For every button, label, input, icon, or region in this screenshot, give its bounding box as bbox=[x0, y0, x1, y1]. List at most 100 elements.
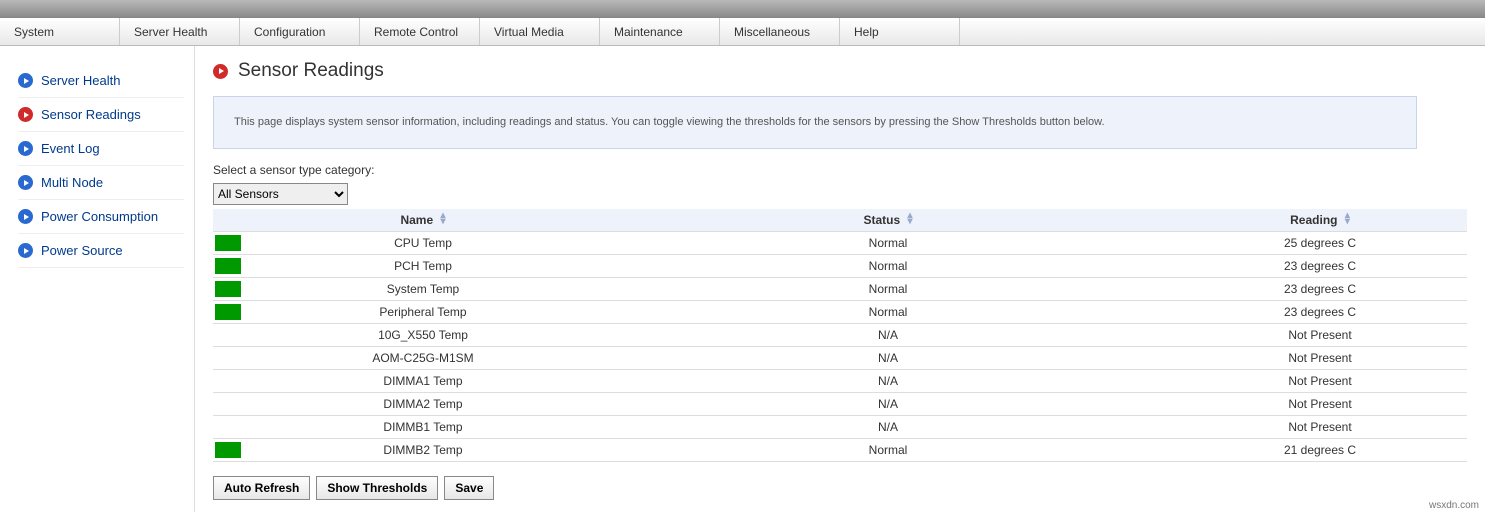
sensor-name: DIMMB1 Temp bbox=[243, 416, 603, 439]
status-swatch-cell bbox=[213, 232, 243, 255]
table-row[interactable]: System TempNormal23 degrees C bbox=[213, 278, 1467, 301]
sensor-name: System Temp bbox=[243, 278, 603, 301]
table-row[interactable]: AOM-C25G-M1SMN/ANot Present bbox=[213, 347, 1467, 370]
sensor-reading: 23 degrees C bbox=[1173, 301, 1467, 324]
table-row[interactable]: DIMMA2 TempN/ANot Present bbox=[213, 393, 1467, 416]
col-reading-header[interactable]: Reading ▴▾ bbox=[1173, 209, 1467, 232]
page-title: Sensor Readings bbox=[238, 60, 384, 82]
arrow-right-icon bbox=[18, 243, 33, 258]
status-swatch-cell bbox=[213, 347, 243, 370]
sensor-category-label: Select a sensor type category: bbox=[213, 163, 1467, 177]
menu-miscellaneous[interactable]: Miscellaneous bbox=[720, 18, 840, 45]
sensor-table-body: CPU TempNormal25 degrees CPCH TempNormal… bbox=[213, 232, 1467, 462]
sensor-name: AOM-C25G-M1SM bbox=[243, 347, 603, 370]
sort-icon: ▴▾ bbox=[908, 213, 913, 225]
sidebar-item-sensor-readings[interactable]: Sensor Readings bbox=[18, 98, 184, 132]
menu-remote-control[interactable]: Remote Control bbox=[360, 18, 480, 45]
sensor-reading: Not Present bbox=[1173, 370, 1467, 393]
arrow-right-icon bbox=[213, 64, 228, 79]
status-swatch-cell bbox=[213, 255, 243, 278]
info-box: This page displays system sensor informa… bbox=[213, 96, 1417, 149]
sensor-name: PCH Temp bbox=[243, 255, 603, 278]
status-swatch bbox=[215, 304, 241, 320]
sidebar-item-label: Power Source bbox=[41, 243, 123, 258]
sensor-status: Normal bbox=[603, 439, 1173, 462]
table-row[interactable]: 10G_X550 TempN/ANot Present bbox=[213, 324, 1467, 347]
sensor-status: N/A bbox=[603, 393, 1173, 416]
sort-icon: ▴▾ bbox=[441, 213, 446, 225]
sidebar-item-server-health[interactable]: Server Health bbox=[18, 64, 184, 98]
sidebar-item-multi-node[interactable]: Multi Node bbox=[18, 166, 184, 200]
sensor-status: N/A bbox=[603, 324, 1173, 347]
arrow-right-icon bbox=[18, 209, 33, 224]
sidebar-item-power-source[interactable]: Power Source bbox=[18, 234, 184, 268]
watermark-text: wsxdn.com bbox=[1429, 500, 1479, 511]
sensor-status: N/A bbox=[603, 370, 1173, 393]
sensor-name: DIMMA2 Temp bbox=[243, 393, 603, 416]
main-content: Sensor Readings This page displays syste… bbox=[195, 46, 1485, 512]
sensor-status: Normal bbox=[603, 232, 1173, 255]
sensor-name: Peripheral Temp bbox=[243, 301, 603, 324]
col-name-header[interactable]: Name ▴▾ bbox=[243, 209, 603, 232]
menu-maintenance[interactable]: Maintenance bbox=[600, 18, 720, 45]
status-swatch-cell bbox=[213, 416, 243, 439]
arrow-right-icon bbox=[18, 175, 33, 190]
status-swatch-cell bbox=[213, 393, 243, 416]
sensor-name: 10G_X550 Temp bbox=[243, 324, 603, 347]
sensor-table: Name ▴▾ Status ▴▾ Reading ▴▾ CPU TempNor… bbox=[213, 209, 1467, 462]
sensor-status: Normal bbox=[603, 301, 1173, 324]
table-row[interactable]: DIMMB2 TempNormal21 degrees C bbox=[213, 439, 1467, 462]
sensor-name: DIMMA1 Temp bbox=[243, 370, 603, 393]
sensor-reading: Not Present bbox=[1173, 416, 1467, 439]
status-swatch-cell bbox=[213, 439, 243, 462]
sensor-status: Normal bbox=[603, 278, 1173, 301]
table-row[interactable]: Peripheral TempNormal23 degrees C bbox=[213, 301, 1467, 324]
status-swatch-cell bbox=[213, 370, 243, 393]
sidebar-item-event-log[interactable]: Event Log bbox=[18, 132, 184, 166]
sensor-category-select[interactable]: All Sensors bbox=[213, 183, 348, 205]
table-row[interactable]: DIMMA1 TempN/ANot Present bbox=[213, 370, 1467, 393]
sort-icon: ▴▾ bbox=[1345, 213, 1350, 225]
arrow-right-icon bbox=[18, 107, 33, 122]
sidebar-item-power-consumption[interactable]: Power Consumption bbox=[18, 200, 184, 234]
menu-virtual-media[interactable]: Virtual Media bbox=[480, 18, 600, 45]
table-row[interactable]: DIMMB1 TempN/ANot Present bbox=[213, 416, 1467, 439]
sidebar-item-label: Sensor Readings bbox=[41, 107, 141, 122]
sensor-reading: Not Present bbox=[1173, 347, 1467, 370]
col-swatch bbox=[213, 209, 243, 232]
menu-system[interactable]: System bbox=[0, 18, 120, 45]
menu-server-health[interactable]: Server Health bbox=[120, 18, 240, 45]
main-menubar: SystemServer HealthConfigurationRemote C… bbox=[0, 18, 1485, 46]
col-status-header[interactable]: Status ▴▾ bbox=[603, 209, 1173, 232]
status-swatch-cell bbox=[213, 278, 243, 301]
sidebar-item-label: Event Log bbox=[41, 141, 100, 156]
sensor-reading: 21 degrees C bbox=[1173, 439, 1467, 462]
status-swatch bbox=[215, 258, 241, 274]
sensor-reading: 23 degrees C bbox=[1173, 255, 1467, 278]
top-gradient-bar bbox=[0, 0, 1485, 18]
sidebar-item-label: Power Consumption bbox=[41, 209, 158, 224]
sensor-status: Normal bbox=[603, 255, 1173, 278]
arrow-right-icon bbox=[18, 73, 33, 88]
sensor-name: DIMMB2 Temp bbox=[243, 439, 603, 462]
sensor-status: N/A bbox=[603, 347, 1173, 370]
save-button[interactable]: Save bbox=[444, 476, 494, 500]
sensor-reading: 25 degrees C bbox=[1173, 232, 1467, 255]
status-swatch-cell bbox=[213, 324, 243, 347]
status-swatch bbox=[215, 442, 241, 458]
sensor-reading: Not Present bbox=[1173, 393, 1467, 416]
status-swatch bbox=[215, 281, 241, 297]
sidebar: Server Health Sensor Readings Event Log Mul… bbox=[0, 46, 195, 512]
table-row[interactable]: CPU TempNormal25 degrees C bbox=[213, 232, 1467, 255]
sensor-reading: Not Present bbox=[1173, 324, 1467, 347]
auto-refresh-button[interactable]: Auto Refresh bbox=[213, 476, 310, 500]
arrow-right-icon bbox=[18, 141, 33, 156]
table-row[interactable]: PCH TempNormal23 degrees C bbox=[213, 255, 1467, 278]
menu-help[interactable]: Help bbox=[840, 18, 960, 45]
sidebar-item-label: Multi Node bbox=[41, 175, 103, 190]
menu-configuration[interactable]: Configuration bbox=[240, 18, 360, 45]
sensor-reading: 23 degrees C bbox=[1173, 278, 1467, 301]
show-thresholds-button[interactable]: Show Thresholds bbox=[316, 476, 438, 500]
sensor-status: N/A bbox=[603, 416, 1173, 439]
status-swatch-cell bbox=[213, 301, 243, 324]
